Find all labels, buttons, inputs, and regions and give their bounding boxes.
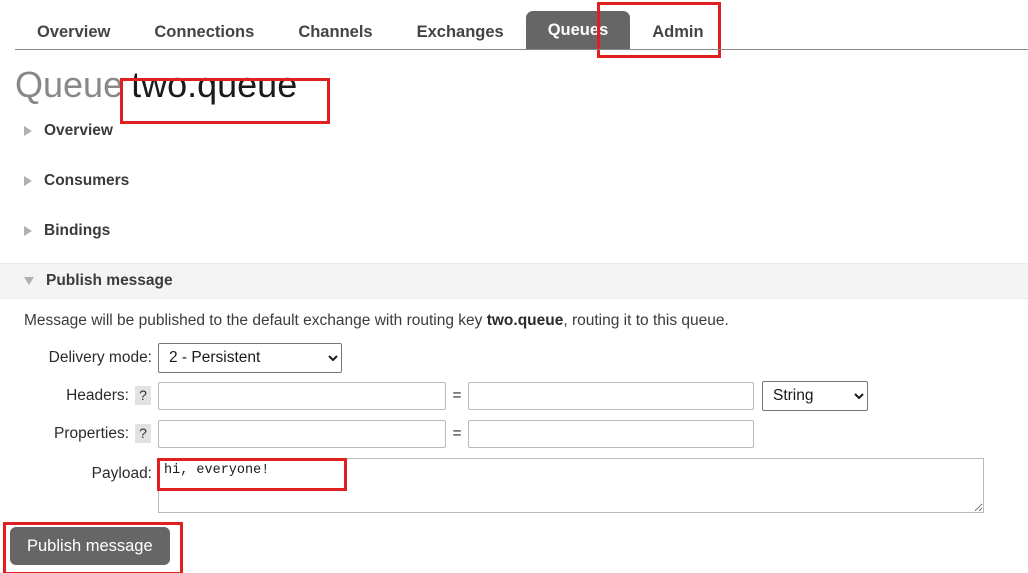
headers-key-input[interactable]	[158, 381, 446, 410]
headers-value-input[interactable]	[468, 381, 754, 410]
section-bindings-label: Bindings	[44, 222, 111, 240]
page-title: Queue two.queue	[0, 50, 1028, 105]
delivery-mode-row: Delivery mode: 2 - Persistent	[0, 342, 1028, 374]
headers-type-select[interactable]: String	[762, 380, 868, 411]
payload-label: Payload:	[91, 464, 152, 482]
headers-help-icon[interactable]: ?	[135, 386, 151, 406]
publish-note: Message will be published to the default…	[0, 299, 1028, 341]
properties-help-icon[interactable]: ?	[135, 424, 151, 444]
tab-overview[interactable]: Overview	[15, 16, 132, 51]
properties-key-input[interactable]	[158, 419, 446, 448]
tab-connections[interactable]: Connections	[132, 16, 276, 51]
publish-button-wrap: Publish message	[0, 521, 183, 573]
headers-equals-sign: =	[452, 386, 462, 404]
properties-label: Properties:	[54, 424, 129, 442]
payload-row: Payload: hi, everyone!	[0, 457, 1028, 513]
delivery-mode-label: Delivery mode:	[48, 348, 152, 366]
section-publish-message-label: Publish message	[46, 272, 173, 290]
payload-label-col: Payload:	[0, 458, 158, 490]
publish-message-form: Message will be published to the default…	[0, 299, 1028, 573]
triangle-down-icon	[24, 277, 34, 286]
delivery-mode-select[interactable]: 2 - Persistent	[158, 342, 342, 373]
section-consumers-label: Consumers	[44, 172, 130, 190]
nav-tab-list: Overview Connections Channels Exchanges …	[15, 0, 1028, 50]
delivery-mode-label-col: Delivery mode:	[0, 349, 158, 367]
section-bindings[interactable]: Bindings	[0, 213, 1028, 249]
section-consumers[interactable]: Consumers	[0, 163, 1028, 199]
triangle-right-icon	[24, 226, 32, 237]
page-title-queue-name: two.queue	[131, 64, 298, 105]
queue-sections: Overview Consumers Bindings Publish mess…	[0, 113, 1028, 573]
properties-equals-sign: =	[452, 424, 462, 442]
properties-label-col: Properties: ?	[0, 424, 158, 444]
properties-value-input[interactable]	[468, 419, 754, 448]
triangle-right-icon	[24, 126, 32, 137]
tab-queues[interactable]: Queues	[525, 10, 631, 50]
publish-message-button[interactable]: Publish message	[10, 526, 170, 566]
properties-row: Properties: ? =	[0, 418, 1028, 450]
section-publish-message[interactable]: Publish message	[0, 263, 1028, 300]
payload-textarea[interactable]: hi, everyone!	[158, 457, 984, 513]
page-title-prefix: Queue	[15, 64, 124, 105]
section-overview-label: Overview	[44, 122, 113, 140]
triangle-right-icon	[24, 176, 32, 187]
tab-channels[interactable]: Channels	[276, 16, 394, 51]
publish-note-routing-key: two.queue	[486, 312, 564, 330]
tab-exchanges[interactable]: Exchanges	[395, 16, 526, 51]
publish-note-suffix: , routing it to this queue.	[563, 312, 729, 330]
tab-admin[interactable]: Admin	[630, 16, 725, 51]
headers-label: Headers:	[66, 386, 129, 404]
headers-label-col: Headers: ?	[0, 386, 158, 406]
headers-row: Headers: ? = String	[0, 380, 1028, 412]
section-overview[interactable]: Overview	[0, 113, 1028, 149]
publish-note-prefix: Message will be published to the default…	[24, 312, 487, 330]
top-navigation: Overview Connections Channels Exchanges …	[0, 0, 1028, 58]
